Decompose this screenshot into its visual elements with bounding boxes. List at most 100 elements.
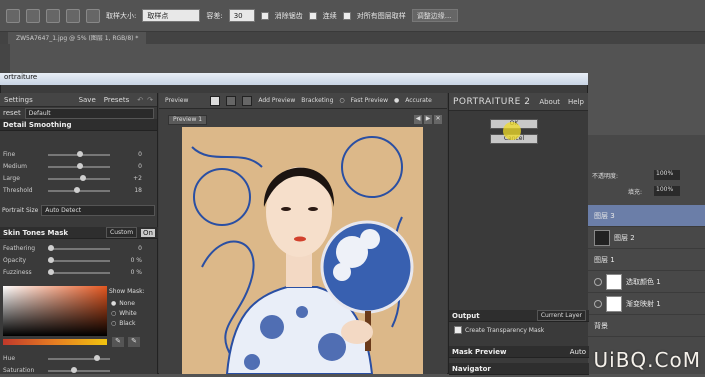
add-preview-button[interactable]: Add Preview (258, 97, 295, 104)
tab-left-arrow-icon[interactable]: ◀ (414, 115, 422, 124)
transparency-checkbox[interactable] (454, 326, 462, 334)
skin-mask-section: Skin Tones Mask Custom On (0, 227, 158, 239)
slider-value[interactable]: +2 (118, 175, 142, 182)
save-button[interactable]: Save (79, 96, 96, 104)
document-tab[interactable]: ZW5A7647_1.jpg @ 5% (图层 1, RGB/8) * (8, 32, 146, 44)
intersect-selection-icon[interactable] (86, 9, 100, 23)
layer-row[interactable]: 背景 (588, 315, 705, 337)
mask-slider-row: Opacity0 % (0, 255, 158, 267)
layer-name: 图层 2 (614, 233, 635, 243)
tab-close-icon[interactable]: ✕ (434, 115, 442, 124)
undo-icon[interactable]: ↶ (137, 96, 143, 104)
show-mask-options: ●None○White○Black (111, 298, 137, 328)
fast-preview-radio[interactable]: ○ (339, 97, 344, 104)
slider-value[interactable]: 0 % (118, 269, 142, 276)
slider-thumb[interactable] (80, 175, 86, 181)
slider-track[interactable] (48, 358, 110, 360)
split-horizontal-icon[interactable] (226, 96, 236, 106)
show-mask-option[interactable]: ○White (111, 308, 137, 318)
slider-value[interactable]: 0 (118, 163, 142, 170)
antialias-checkbox[interactable] (261, 12, 269, 20)
single-view-icon[interactable] (210, 96, 220, 106)
slider-thumb[interactable] (77, 163, 83, 169)
layer-row[interactable]: 选取颜色 1 (588, 271, 705, 293)
show-mask-option[interactable]: ●None (111, 298, 137, 308)
slider-value[interactable]: 0 % (118, 257, 142, 264)
mask-preview-label[interactable]: Mask Preview (452, 348, 506, 356)
skin-mask-toggle[interactable]: On (141, 229, 155, 237)
slider-track[interactable] (48, 272, 110, 274)
slider-value[interactable]: 0 (118, 151, 142, 158)
help-button[interactable]: Help (568, 98, 584, 106)
visibility-eye-icon[interactable] (594, 300, 602, 308)
slider-track[interactable] (48, 178, 110, 180)
slider-track[interactable] (48, 260, 110, 262)
antialias-label: 消除锯齿 (275, 11, 303, 21)
layer-row[interactable]: 图层 3 (588, 205, 705, 227)
auto-label[interactable]: Auto (570, 348, 586, 356)
slider-track[interactable] (48, 370, 110, 372)
sample-all-checkbox[interactable] (343, 12, 351, 20)
magic-wand-icon[interactable] (6, 9, 20, 23)
hue-range-bar[interactable] (3, 339, 107, 345)
subtract-selection-icon[interactable] (66, 9, 80, 23)
slider-thumb[interactable] (48, 245, 54, 251)
slider-label: Feathering (3, 245, 35, 252)
slider-thumb[interactable] (48, 257, 54, 263)
visibility-eye-icon[interactable] (594, 278, 602, 286)
slider-label: Hue (3, 355, 15, 362)
new-selection-icon[interactable] (26, 9, 40, 23)
option-label: None (119, 300, 135, 307)
mask-slider-row: Fuzziness0 % (0, 267, 158, 279)
radio-icon[interactable]: ● (111, 300, 116, 307)
layer-row[interactable]: 图层 2 (588, 227, 705, 249)
tolerance-input[interactable]: 30 (229, 9, 255, 22)
portraiture-title: PORTRAITURE 2 (453, 97, 530, 107)
contiguous-checkbox[interactable] (309, 12, 317, 20)
output-select[interactable]: Current Layer (537, 310, 586, 321)
lips (294, 237, 306, 242)
portrait-size-select[interactable]: Auto Detect (41, 205, 155, 216)
refine-edge-button[interactable]: 调整边缘... (412, 9, 458, 22)
slider-thumb[interactable] (77, 151, 83, 157)
sample-size-select[interactable]: 取样点 (142, 9, 200, 22)
eyedropper-icon[interactable]: ✎ (112, 337, 124, 347)
layer-thumbnail (606, 274, 622, 290)
presets-button[interactable]: Presets (104, 96, 129, 104)
detail-smoothing-section[interactable]: Detail Smoothing (0, 119, 157, 131)
skin-mask-mode-select[interactable]: Custom (106, 227, 137, 238)
slider-value[interactable]: 0 (118, 245, 142, 252)
preview-tab[interactable]: Preview 1 (168, 115, 207, 125)
slider-track[interactable] (48, 248, 110, 250)
tab-right-arrow-icon[interactable]: ▶ (424, 115, 432, 124)
slider-thumb[interactable] (48, 269, 54, 275)
color-picker-field[interactable] (3, 286, 107, 336)
split-vertical-icon[interactable] (242, 96, 252, 106)
layer-name: 渐变映射 1 (626, 299, 661, 309)
slider-thumb[interactable] (71, 367, 77, 373)
bracketing-button[interactable]: Bracketing (301, 97, 333, 104)
layer-row[interactable]: 图层 1 (588, 249, 705, 271)
slider-thumb[interactable] (94, 355, 100, 361)
transparency-label: Create Transparency Mask (465, 327, 544, 334)
add-selection-icon[interactable] (46, 9, 60, 23)
preset-select[interactable]: Default (25, 108, 154, 119)
opacity-value[interactable]: 100% (654, 170, 680, 180)
about-button[interactable]: About (539, 98, 560, 106)
skin-mask-label: Skin Tones Mask (3, 229, 68, 237)
slider-thumb[interactable] (74, 187, 80, 193)
slider-value[interactable]: 18 (118, 187, 142, 194)
mask-preview-section: Mask Preview Auto (449, 346, 589, 358)
show-mask-option[interactable]: ○Black (111, 318, 137, 328)
layer-thumbnail (594, 230, 610, 246)
fill-value[interactable]: 100% (654, 186, 680, 196)
accurate-radio[interactable]: ● (394, 97, 399, 104)
radio-icon[interactable]: ○ (111, 310, 116, 317)
portraiture-header: PORTRAITURE 2 About Help (449, 93, 588, 111)
redo-icon[interactable]: ↷ (147, 96, 153, 104)
layer-row[interactable]: 渐变映射 1 (588, 293, 705, 315)
settings-header: Settings Save Presets ↶ ↷ (0, 93, 157, 107)
eyedropper-plus-icon[interactable]: ✎ (128, 337, 140, 347)
radio-icon[interactable]: ○ (111, 320, 116, 327)
navigator-section[interactable]: Navigator (449, 363, 589, 375)
